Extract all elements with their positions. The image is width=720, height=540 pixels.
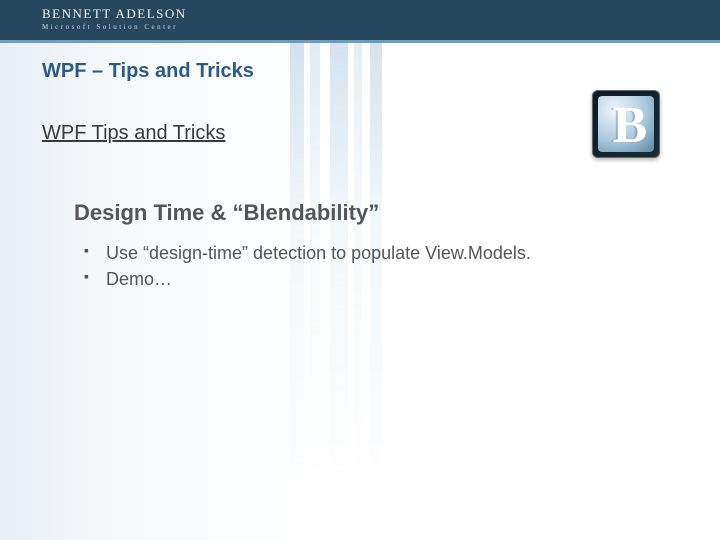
logo-badge: B (592, 90, 660, 158)
content-section: Design Time & “Blendability” Use “design… (74, 200, 660, 292)
slide-subtitle: WPF Tips and Tricks (42, 122, 225, 145)
brand-block: BENNETT ADELSON Microsoft Solution Cente… (42, 6, 187, 31)
logo-badge-letter: B (613, 100, 648, 152)
page-title: WPF – Tips and Tricks (42, 60, 254, 83)
bullet-list: Use “design-time” detection to populate … (74, 240, 660, 292)
list-item: Use “design-time” detection to populate … (102, 240, 660, 266)
brand-name: BENNETT ADELSON (42, 6, 187, 22)
brand-tagline: Microsoft Solution Center (42, 23, 187, 31)
section-title: Design Time & “Blendability” (74, 200, 660, 226)
top-band: BENNETT ADELSON Microsoft Solution Cente… (0, 0, 720, 40)
slide: BENNETT ADELSON Microsoft Solution Cente… (0, 0, 720, 540)
list-item: Demo… (102, 266, 660, 292)
